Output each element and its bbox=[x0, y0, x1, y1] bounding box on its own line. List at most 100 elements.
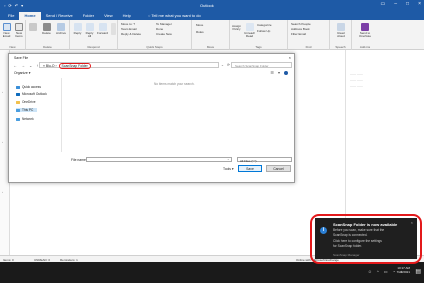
recent-chevron-icon[interactable]: ⌄ bbox=[29, 63, 32, 68]
group-delete: Delete Archive Delete bbox=[26, 20, 70, 50]
quick-step-done[interactable]: Done bbox=[156, 27, 163, 31]
save-icon[interactable]: ▫ bbox=[4, 3, 5, 8]
send-to-onenote-button[interactable]: Send to OneNote bbox=[356, 23, 374, 39]
ignore-icon bbox=[29, 23, 37, 31]
ribbon-options-icon[interactable]: ▭ bbox=[381, 1, 386, 7]
rules-button[interactable]: Rules bbox=[196, 30, 204, 34]
quick-step-to-manager[interactable]: To Manager bbox=[156, 22, 172, 26]
read-aloud-button[interactable]: Read Aloud bbox=[334, 23, 348, 39]
reply-button[interactable]: Reply bbox=[72, 23, 83, 35]
tab-file[interactable]: File bbox=[3, 12, 19, 20]
action-center-icon[interactable]: ▤ bbox=[415, 268, 421, 275]
group-addins: Send to OneNote Add-ins bbox=[352, 20, 378, 50]
quick-step-move-to[interactable]: Move to: ? bbox=[121, 22, 135, 26]
new-email-button[interactable]: New Email bbox=[1, 23, 12, 39]
new-items-icon bbox=[15, 23, 23, 31]
reply-label: Reply bbox=[73, 31, 82, 35]
move-button[interactable]: Move bbox=[196, 23, 203, 27]
organize-button[interactable]: Organize ▾ bbox=[14, 71, 30, 75]
tab-help[interactable]: Help bbox=[118, 12, 136, 20]
address-dropdown-icon[interactable]: ⌄ bbox=[221, 63, 224, 67]
undo-icon[interactable]: ↶ bbox=[15, 3, 18, 8]
save-button[interactable]: Save bbox=[238, 165, 262, 172]
clock-date: 7/29/2021 bbox=[396, 270, 410, 274]
group-new: New Email New Items New bbox=[0, 20, 26, 50]
file-name-dropdown-icon[interactable]: ⌄ bbox=[227, 157, 230, 161]
refresh-icon[interactable]: ⟳ bbox=[227, 63, 230, 67]
minimize-icon[interactable]: – bbox=[394, 1, 397, 7]
battery-icon[interactable]: ▭ bbox=[384, 269, 388, 274]
address-row: ← → ⌄ ↑ « Blu-O › ScanSnap Folder ⌄ ⟳ Se… bbox=[9, 61, 294, 69]
search-people-box[interactable]: Search People bbox=[291, 22, 311, 26]
forward-icon bbox=[98, 23, 107, 31]
reply-all-icon bbox=[85, 23, 94, 31]
cancel-button[interactable]: Cancel bbox=[266, 165, 291, 172]
toast-line-1: Before you scan, make sure that the bbox=[333, 228, 385, 232]
follow-up-button[interactable]: Follow Up bbox=[257, 29, 270, 33]
more-respond-button[interactable] bbox=[110, 23, 117, 36]
address-book-button[interactable]: Address Book bbox=[291, 27, 310, 31]
empty-folder-message: No items match your search. bbox=[154, 82, 195, 86]
tell-me-box[interactable]: ◌ Tell me what you want to do bbox=[148, 13, 201, 20]
dialog-close-icon[interactable]: × bbox=[289, 55, 291, 60]
unread-read-button[interactable]: Unread/ Read bbox=[244, 23, 255, 39]
back-arrow-icon[interactable]: ← bbox=[13, 63, 17, 68]
close-icon[interactable]: × bbox=[418, 1, 421, 7]
refresh-icon[interactable]: ⟳ bbox=[8, 3, 11, 8]
group-find-label: Find bbox=[305, 45, 312, 49]
reply-all-button[interactable]: Reply All bbox=[84, 23, 95, 39]
file-type-value: All Files (*.*) bbox=[240, 158, 257, 163]
star-icon bbox=[16, 85, 20, 89]
assign-policy-button[interactable]: Assign Policy bbox=[231, 24, 242, 32]
nav-quick-access[interactable]: Quick access bbox=[16, 85, 41, 89]
breadcrumb-separator-icon: › bbox=[55, 64, 58, 68]
customize-icon[interactable]: ▾ bbox=[21, 3, 23, 8]
file-name-input[interactable] bbox=[86, 157, 232, 162]
help-icon[interactable] bbox=[284, 71, 288, 75]
nav-onedrive[interactable]: OneDrive bbox=[16, 100, 35, 104]
dialog-title: Save File bbox=[14, 56, 29, 60]
tab-send-receive[interactable]: Send / Receive bbox=[41, 12, 78, 20]
address-bar[interactable]: « Blu-O › ScanSnap Folder bbox=[39, 62, 219, 69]
forward-button[interactable]: Forward bbox=[96, 23, 109, 35]
group-respond: Reply Reply All Forward Respond bbox=[70, 20, 118, 50]
tab-home[interactable]: Home bbox=[19, 12, 41, 20]
nav-this-pc-label: This PC bbox=[22, 108, 34, 112]
tab-folder[interactable]: Folder bbox=[78, 12, 99, 20]
filter-email-button[interactable]: Filter Email bbox=[291, 32, 306, 36]
view-options-icon[interactable]: ☰ bbox=[270, 70, 274, 75]
quick-step-reply-delete[interactable]: Reply & Delete bbox=[121, 32, 141, 36]
delete-button[interactable]: Delete bbox=[40, 23, 53, 35]
toast-line-2: ScanSnap is connected. bbox=[333, 233, 368, 237]
nav-microsoft-outlook[interactable]: Microsoft Outlook bbox=[16, 92, 47, 96]
tools-button[interactable]: Tools ▾ bbox=[223, 167, 234, 171]
scansnap-toast-notification[interactable]: × i ScanSnap Folder is now available Bef… bbox=[315, 218, 417, 259]
network-icon[interactable]: ◔ bbox=[393, 269, 395, 274]
folder-search-input[interactable]: Search ScanSnap Folder bbox=[231, 62, 292, 68]
new-items-label: New Items bbox=[15, 31, 23, 39]
toast-close-icon[interactable]: × bbox=[411, 220, 413, 225]
nav-quick-access-label: Quick access bbox=[22, 85, 41, 89]
taskbar-clock[interactable]: 10:17 AM 7/29/2021 bbox=[397, 266, 410, 274]
nav-this-pc[interactable]: This PC bbox=[16, 108, 38, 112]
view-dropdown-icon[interactable]: ▾ bbox=[278, 70, 280, 75]
info-icon: i bbox=[320, 227, 327, 234]
quick-step-create-new[interactable]: Create New bbox=[156, 32, 172, 36]
tab-view[interactable]: View bbox=[99, 12, 118, 20]
reply-icon bbox=[73, 23, 82, 31]
group-tags-label: Tags bbox=[255, 45, 262, 49]
chevron-up-icon[interactable]: ^ bbox=[377, 269, 379, 274]
categorize-button[interactable]: Categorize bbox=[257, 23, 272, 27]
ignore-button[interactable] bbox=[28, 23, 38, 32]
quick-step-team-email[interactable]: Team Email bbox=[121, 27, 137, 31]
file-type-select[interactable]: All Files (*.*) bbox=[237, 157, 292, 163]
new-items-button[interactable]: New Items bbox=[13, 23, 25, 39]
group-speech: Read Aloud Speech bbox=[330, 20, 352, 50]
toast-source: ScanSnap Manager bbox=[333, 253, 360, 257]
maximize-icon[interactable]: □ bbox=[406, 1, 409, 7]
nav-network[interactable]: Network bbox=[16, 117, 34, 121]
archive-button[interactable]: Archive bbox=[54, 23, 68, 35]
forward-arrow-icon[interactable]: → bbox=[21, 63, 25, 68]
breadcrumb-prefix[interactable]: « Blu-O bbox=[43, 64, 55, 68]
person-icon[interactable]: ☺ bbox=[368, 269, 372, 274]
